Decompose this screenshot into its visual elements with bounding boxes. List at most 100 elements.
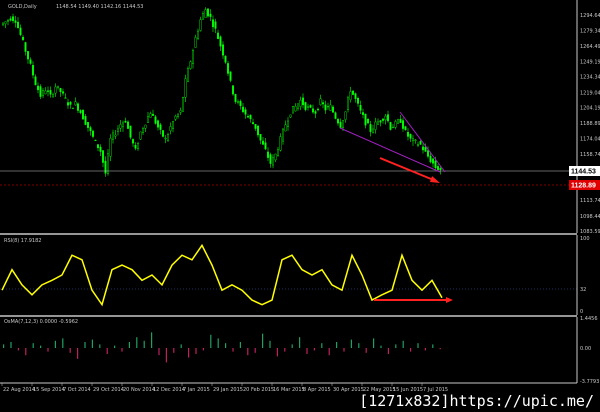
osma-bar <box>91 339 93 348</box>
candle-body <box>251 122 254 125</box>
candle-body <box>397 119 400 124</box>
candle-body <box>312 108 315 113</box>
candle-body <box>194 37 197 48</box>
candle-body <box>304 102 307 110</box>
candle-body <box>79 110 82 113</box>
rsi-label-top: 100 <box>580 236 590 242</box>
price-label: 1113.74 <box>580 198 600 204</box>
osma-bar <box>380 345 382 348</box>
osma-bar <box>158 348 160 356</box>
osma-bar <box>262 333 264 348</box>
osma-bar <box>3 344 5 348</box>
candle-body <box>52 94 55 97</box>
osma-bar <box>358 343 360 348</box>
osma-bar <box>62 338 64 348</box>
osma-bar <box>180 344 182 348</box>
candle-body <box>81 109 84 120</box>
candle-body <box>354 93 357 99</box>
osma-bar <box>417 343 419 348</box>
osma-bar <box>210 334 212 348</box>
osma-bar <box>195 348 197 354</box>
candle-body <box>274 153 277 161</box>
candle-body <box>214 21 217 29</box>
candle-body <box>349 91 352 100</box>
candle-body <box>6 20 9 22</box>
candle-body <box>199 19 202 31</box>
candle-body <box>357 98 360 104</box>
osma-bar <box>17 348 19 351</box>
candle-body <box>221 44 224 56</box>
candle-body <box>94 139 97 142</box>
candle-body <box>19 27 22 35</box>
candle-body <box>209 13 212 17</box>
candle-body <box>196 30 199 39</box>
price-label: 1188.89 <box>580 121 600 127</box>
candle-body <box>29 59 32 64</box>
time-label: 12 Dec 2014 <box>153 387 185 393</box>
osma-bar <box>69 348 71 353</box>
candle-body <box>181 97 184 112</box>
candle-body <box>24 42 27 52</box>
candle-body <box>264 142 267 150</box>
candle-body <box>69 101 72 105</box>
osma-bar <box>106 348 108 354</box>
candle-body <box>179 110 182 113</box>
osma-bar <box>136 337 138 348</box>
candle-body <box>189 61 192 69</box>
candle-body <box>344 111 347 120</box>
candle-body <box>434 160 437 168</box>
candle-body <box>384 115 387 121</box>
osma-bar <box>439 348 441 350</box>
osma-bar <box>217 338 219 348</box>
candle-body <box>22 36 25 40</box>
osma-bar <box>269 340 271 348</box>
candle-body <box>184 78 187 98</box>
candle-body <box>216 32 219 40</box>
price-arrow-head <box>430 176 440 183</box>
osma-bar <box>410 348 412 352</box>
candle-body <box>146 116 149 123</box>
candle-body <box>377 121 380 125</box>
candle-body <box>414 139 417 141</box>
candle-body <box>249 115 252 120</box>
candle-body <box>201 13 204 20</box>
candle-body <box>17 21 20 28</box>
candle-body <box>39 86 42 97</box>
main-price-pane: GOLD,Daily 1148.54 1149.40 1142.16 1144.… <box>0 0 600 235</box>
osma-bar <box>10 342 12 348</box>
candle-body <box>402 120 405 129</box>
candle-body <box>319 98 322 105</box>
candle-body <box>59 88 62 92</box>
candle-body <box>417 144 420 146</box>
candle-body <box>96 144 99 149</box>
time-label: 20 Feb 2015 <box>243 387 274 393</box>
candle-body <box>111 132 114 140</box>
candle-body <box>236 101 239 103</box>
osma-bar <box>387 348 389 354</box>
time-label: 15 Sep 2014 <box>33 387 65 393</box>
candle-body <box>412 138 415 142</box>
candle-body <box>339 121 342 128</box>
candle-body <box>437 166 440 170</box>
candle-body <box>164 137 167 140</box>
candle-body <box>126 121 129 129</box>
price-down-arrow <box>379 157 437 182</box>
price-label: 1204.19 <box>580 106 600 112</box>
trendline-upper <box>399 111 446 173</box>
rsi-pane: RSI(8) 17.9182 100 32 0 <box>0 235 590 315</box>
candle-body <box>66 102 69 106</box>
candle-body <box>427 150 430 157</box>
candle-body <box>389 122 392 130</box>
price-label: 1219.04 <box>580 90 600 96</box>
candle-body <box>42 90 45 97</box>
candle-body <box>121 122 124 128</box>
candle-body <box>159 124 162 130</box>
candle-body <box>392 126 395 129</box>
candle-body <box>409 133 412 139</box>
candle-body <box>84 116 87 125</box>
candle-body <box>124 120 127 123</box>
candle-body <box>47 90 50 92</box>
candle-body <box>324 104 327 111</box>
candle-body <box>204 9 207 18</box>
candle-body <box>62 91 65 94</box>
